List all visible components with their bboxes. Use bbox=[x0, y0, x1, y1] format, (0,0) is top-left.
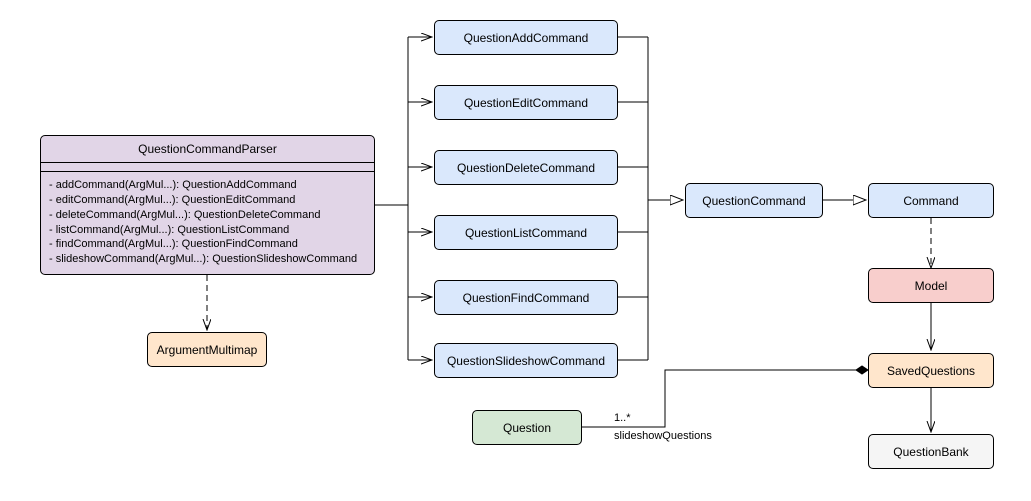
node-label: QuestionEditCommand bbox=[464, 96, 588, 110]
node-label: QuestionSlideshowCommand bbox=[447, 354, 605, 368]
parser-title: QuestionCommandParser bbox=[41, 136, 374, 163]
node-label: Question bbox=[503, 421, 551, 435]
node-label: ArgumentMultimap bbox=[157, 343, 258, 357]
node-label: QuestionListCommand bbox=[465, 226, 587, 240]
questionbank-node: QuestionBank bbox=[868, 434, 994, 469]
node-label: QuestionFindCommand bbox=[463, 291, 590, 305]
parser-methods: - addCommand(ArgMul...): QuestionAddComm… bbox=[41, 172, 374, 273]
questioncommandparser-class: QuestionCommandParser - addCommand(ArgMu… bbox=[40, 135, 375, 275]
role-label: slideshowQuestions bbox=[614, 430, 712, 442]
command-node: Command bbox=[868, 183, 994, 218]
questionlistcommand-node: QuestionListCommand bbox=[434, 215, 618, 250]
node-label: QuestionAddCommand bbox=[464, 31, 589, 45]
questiondeletecommand-node: QuestionDeleteCommand bbox=[434, 150, 618, 185]
questioneditcommand-node: QuestionEditCommand bbox=[434, 85, 618, 120]
question-node: Question bbox=[472, 410, 582, 445]
node-label: SavedQuestions bbox=[887, 364, 975, 378]
questionaddcommand-node: QuestionAddCommand bbox=[434, 20, 618, 55]
savedquestions-node: SavedQuestions bbox=[868, 353, 994, 388]
questionslideshowcommand-node: QuestionSlideshowCommand bbox=[434, 343, 618, 378]
node-label: QuestionCommand bbox=[702, 194, 805, 208]
questioncommand-node: QuestionCommand bbox=[685, 183, 823, 218]
node-label: Model bbox=[915, 279, 948, 293]
questionfindcommand-node: QuestionFindCommand bbox=[434, 280, 618, 315]
model-node: Model bbox=[868, 268, 994, 303]
parser-attributes-empty bbox=[41, 163, 374, 172]
node-label: QuestionDeleteCommand bbox=[457, 161, 595, 175]
node-label: QuestionBank bbox=[893, 445, 968, 459]
argumentmultimap-node: ArgumentMultimap bbox=[147, 332, 267, 367]
node-label: Command bbox=[903, 194, 958, 208]
multiplicity-label: 1..* bbox=[614, 412, 631, 424]
